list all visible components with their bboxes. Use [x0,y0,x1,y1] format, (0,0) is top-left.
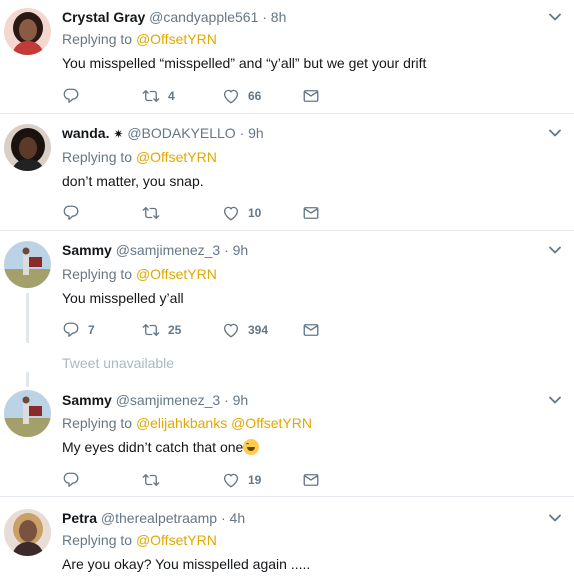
direct-message-icon [302,87,320,105]
retweet-button[interactable] [142,203,168,223]
timestamp[interactable]: · 8h [262,9,286,25]
tweet-unavailable: Tweet unavailable [62,355,175,371]
mention-link[interactable]: @OffsetYRN [136,266,217,282]
mention-link[interactable]: @OffsetYRN [136,31,217,47]
tweet-text: My eyes didn’t catch that one [62,438,260,456]
author-handle[interactable]: @BODAKYELLO [127,125,235,141]
direct-message-icon [302,471,320,489]
replying-to: Replying to @OffsetYRN [62,265,217,283]
author-name[interactable]: Sammy [62,392,112,408]
direct-message-button[interactable] [302,320,320,340]
chevron-down-icon[interactable] [548,511,562,525]
retweet-icon [142,321,160,339]
tweet-text: You misspelled “misspelled” and “y’all” … [62,55,427,71]
like-count: 19 [248,473,262,487]
author-name[interactable]: Petra [62,510,97,526]
author-handle[interactable]: @samjimenez_3 [116,242,220,258]
replying-prefix: Replying to [62,532,133,548]
tears-of-joy-emoji [243,439,260,455]
reply-button[interactable] [62,203,88,223]
avatar[interactable] [4,509,51,556]
retweet-button[interactable] [142,470,168,490]
avatar[interactable] [4,8,51,55]
tweet-sammy-2[interactable]: Sammy @samjimenez_3 · 9h Replying to @el… [0,380,574,496]
retweet-icon [142,471,160,489]
like-count: 66 [248,89,262,103]
author-handle[interactable]: @candyapple561 [149,9,258,25]
retweet-icon [142,204,160,222]
direct-message-button[interactable] [302,470,320,490]
reply-icon [62,204,80,222]
tweet-text: don’t matter, you snap. [62,173,204,189]
like-button[interactable]: 10 [222,203,261,223]
retweet-count: 25 [168,323,182,337]
reply-count: 7 [88,323,95,337]
retweet-button[interactable]: 25 [142,320,181,340]
reply-button[interactable] [62,86,88,106]
like-count: 10 [248,206,262,220]
avatar[interactable] [4,124,51,171]
timestamp[interactable]: · 9h [224,392,248,408]
avatar[interactable] [4,390,51,437]
tweet-crystal-gray[interactable]: Crystal Gray @candyapple561 · 8h Replyin… [0,0,574,113]
reply-button[interactable] [62,470,88,490]
chevron-down-icon[interactable] [548,10,562,24]
like-icon [222,471,240,489]
reply-icon [62,471,80,489]
tweet-text: You misspelled y’all [62,290,184,306]
chevron-down-icon[interactable] [548,393,562,407]
author-handle[interactable]: @therealpetraamp [101,510,217,526]
reply-button[interactable]: 7 [62,320,95,340]
tweet-petra[interactable]: Petra @therealpetraamp · 4h Replying to … [0,497,574,578]
tweet-wanda[interactable]: wanda. ✷ @BODAKYELLO · 9h Replying to @O… [0,114,574,230]
timestamp[interactable]: · 9h [240,125,264,141]
replying-prefix: Replying to [62,149,133,165]
tweet-text-content: My eyes didn’t catch that one [62,439,244,455]
direct-message-icon [302,204,320,222]
replying-to: Replying to @OffsetYRN [62,531,217,549]
replying-prefix: Replying to [62,415,133,431]
like-icon [222,321,240,339]
tweet-text: Are you okay? You misspelled again ..... [62,556,311,572]
timestamp[interactable]: · 4h [221,510,245,526]
author-name[interactable]: Crystal Gray [62,9,145,25]
mention-link[interactable]: @OffsetYRN [136,149,217,165]
tweet-sammy-1[interactable]: Sammy @samjimenez_3 · 9h Replying to @Of… [0,231,574,346]
like-button[interactable]: 394 [222,320,268,340]
reply-icon [62,87,80,105]
replying-to: Replying to @OffsetYRN [62,30,217,48]
author-name[interactable]: Sammy [62,242,112,258]
replying-to: Replying to @elijahkbanks @OffsetYRN [62,414,312,432]
like-count: 394 [248,323,269,337]
author-name[interactable]: wanda. [62,125,109,141]
direct-message-button[interactable] [302,203,320,223]
mention-link[interactable]: @OffsetYRN [136,532,217,548]
like-icon [222,87,240,105]
mention-link[interactable]: @elijahkbanks @OffsetYRN [136,415,312,431]
avatar[interactable] [4,241,51,288]
reply-icon [62,321,80,339]
retweet-icon [142,87,160,105]
replying-to: Replying to @OffsetYRN [62,148,217,166]
chevron-down-icon[interactable] [548,126,562,140]
retweet-count: 4 [168,89,175,103]
timestamp[interactable]: · 9h [224,242,248,258]
badge-icon: ✷ [113,127,124,141]
chevron-down-icon[interactable] [548,243,562,257]
retweet-button[interactable]: 4 [142,86,175,106]
author-handle[interactable]: @samjimenez_3 [116,392,220,408]
replying-prefix: Replying to [62,266,133,282]
like-button[interactable]: 66 [222,86,261,106]
direct-message-icon [302,321,320,339]
direct-message-button[interactable] [302,86,320,106]
replying-prefix: Replying to [62,31,133,47]
like-button[interactable]: 19 [222,470,261,490]
like-icon [222,204,240,222]
